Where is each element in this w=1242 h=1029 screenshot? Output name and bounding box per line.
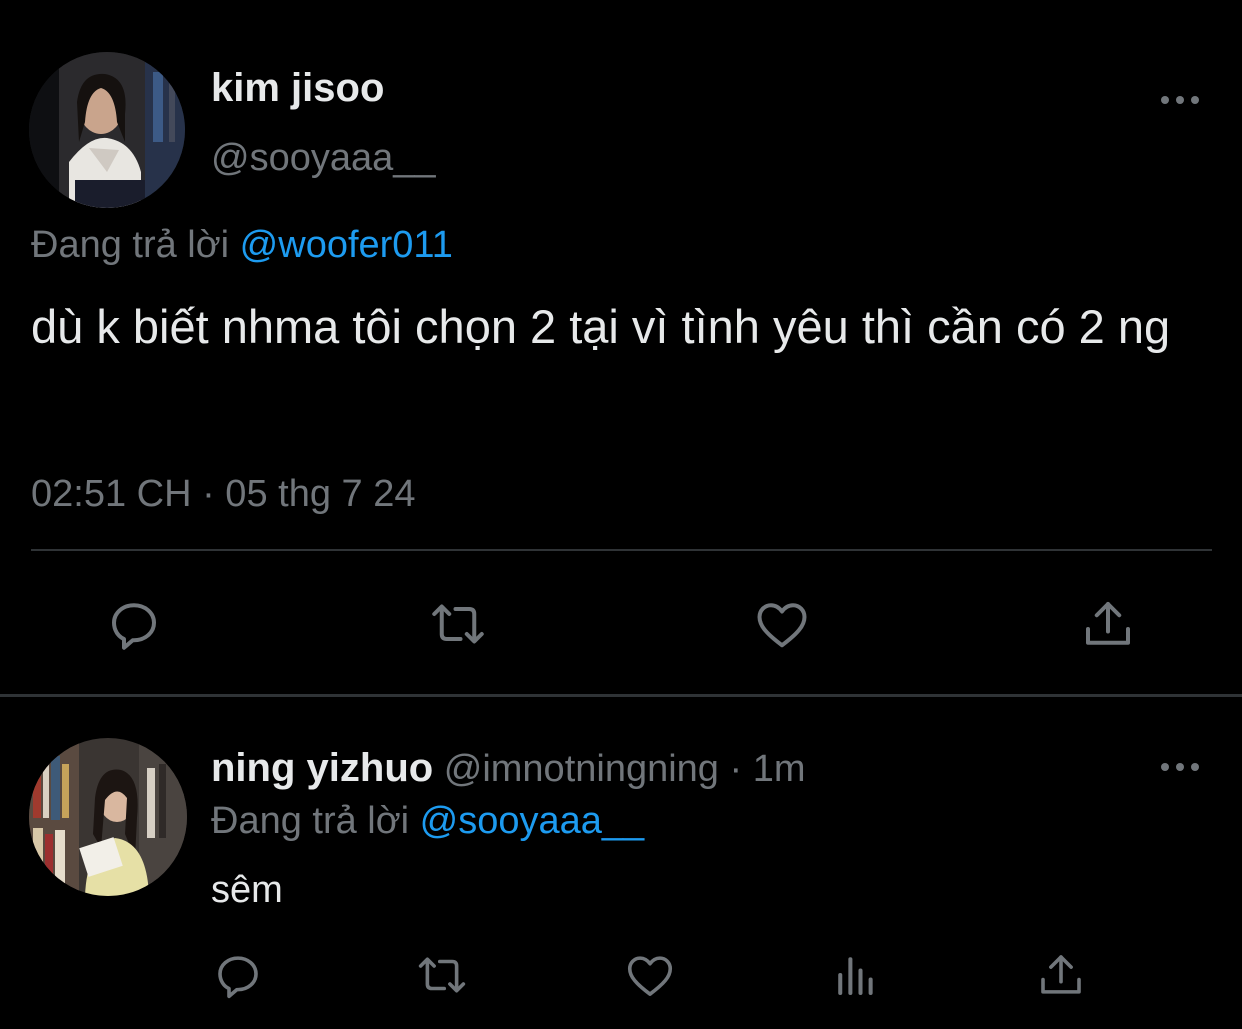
reply-time[interactable]: · 1m bbox=[730, 748, 806, 790]
divider bbox=[0, 694, 1242, 697]
divider bbox=[31, 549, 1212, 551]
replying-to-mention[interactable]: @woofer011 bbox=[240, 224, 453, 266]
reply-icon[interactable] bbox=[211, 948, 265, 1002]
author-name[interactable]: kim jisoo bbox=[211, 64, 384, 112]
retweet-icon[interactable] bbox=[415, 948, 469, 1002]
replying-to-mention[interactable]: @sooyaaa__ bbox=[420, 800, 645, 842]
tweet-timestamp[interactable]: 02:51 CH · 05 thg 7 24 bbox=[31, 470, 415, 518]
reply-icon[interactable] bbox=[104, 594, 164, 654]
share-icon[interactable] bbox=[1034, 948, 1088, 1002]
avatar[interactable] bbox=[29, 52, 185, 208]
share-icon[interactable] bbox=[1078, 594, 1138, 654]
like-icon[interactable] bbox=[623, 948, 677, 1002]
replying-to-label: Đang trả lời bbox=[211, 800, 410, 842]
retweet-icon[interactable] bbox=[428, 594, 488, 654]
reply-header: ning yizhuo @imnotningning · 1m bbox=[211, 744, 806, 793]
reply-text: sêm bbox=[211, 869, 283, 911]
like-icon[interactable] bbox=[752, 594, 812, 654]
author-name[interactable]: ning yizhuo bbox=[211, 746, 433, 790]
more-horizontal-icon[interactable] bbox=[1158, 88, 1202, 112]
author-handle[interactable]: @sooyaaa__ bbox=[211, 134, 436, 182]
more-horizontal-icon[interactable] bbox=[1158, 755, 1202, 779]
author-handle[interactable]: @imnotningning bbox=[444, 748, 719, 790]
avatar[interactable] bbox=[29, 738, 187, 896]
replying-to: Đang trả lời @woofer011 bbox=[31, 220, 453, 270]
tweet-text: dù k biết nhma tôi chọn 2 tại vì tình yê… bbox=[31, 300, 1171, 353]
replying-to-label: Đang trả lời bbox=[31, 224, 230, 266]
replying-to: Đang trả lời @sooyaaa__ bbox=[211, 796, 644, 846]
analytics-icon[interactable] bbox=[829, 948, 883, 1002]
